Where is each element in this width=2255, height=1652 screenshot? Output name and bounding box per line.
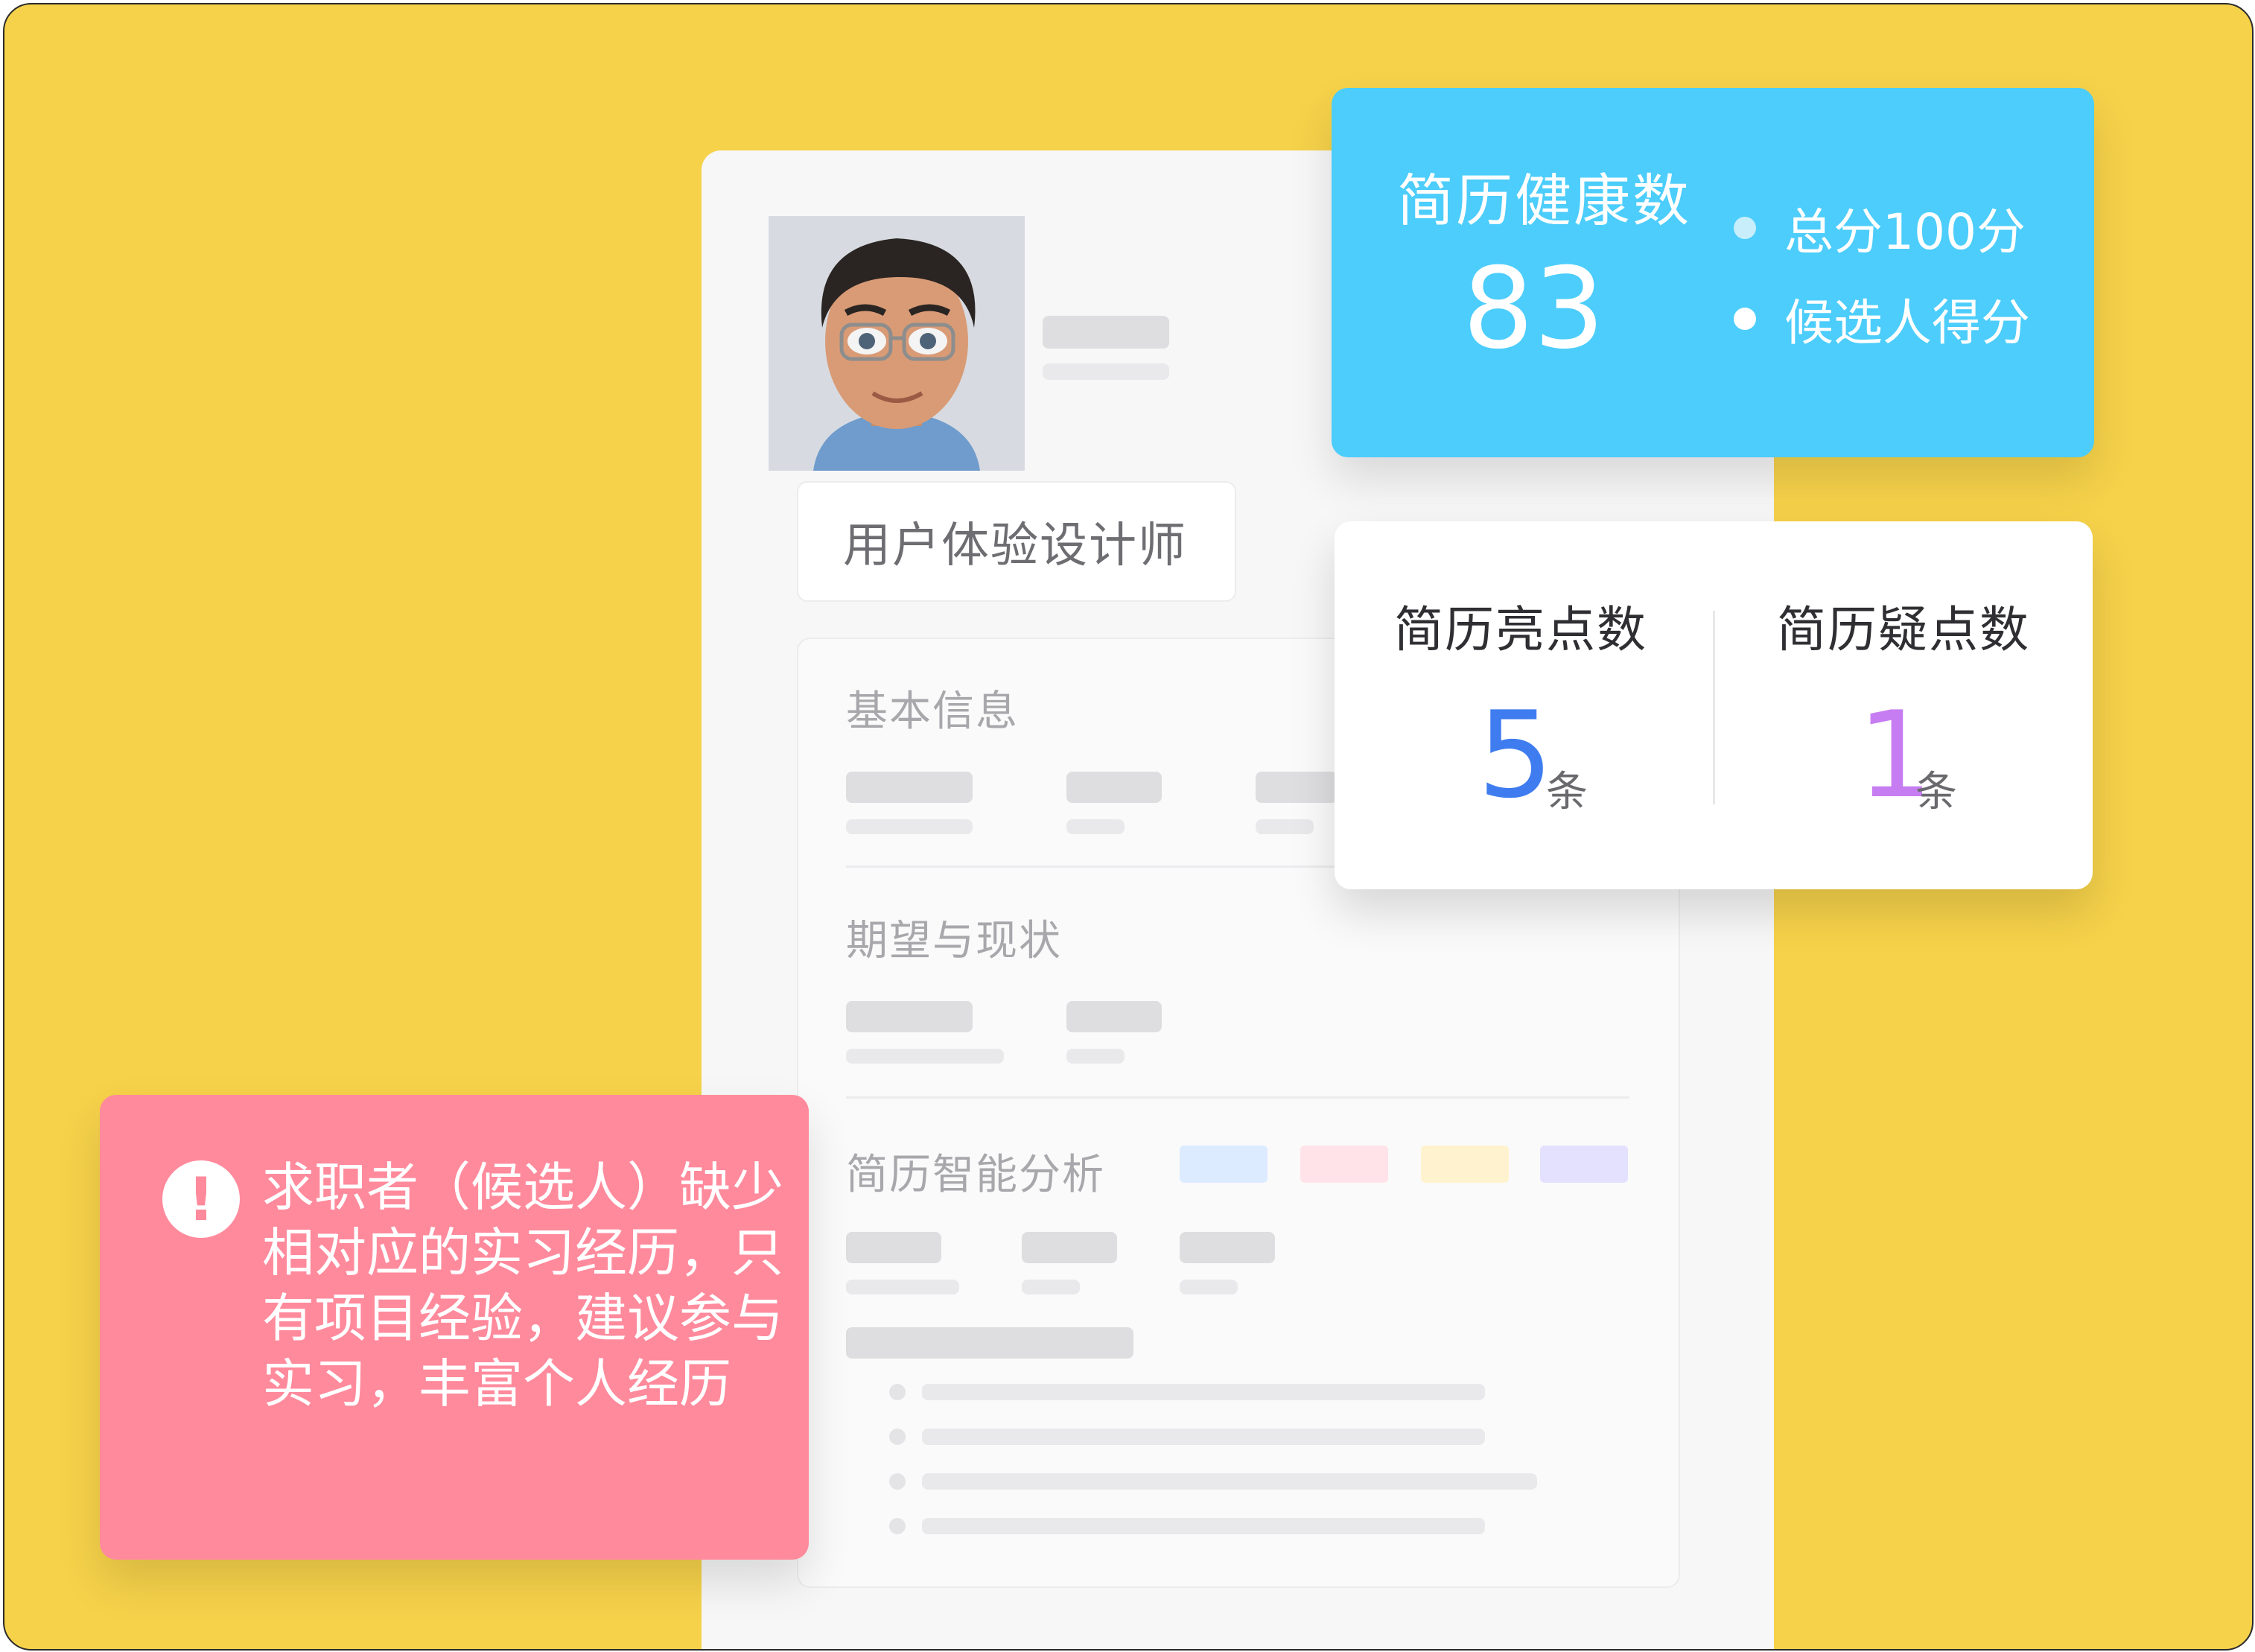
- expectation-field: [1066, 1001, 1162, 1032]
- name-sub-placeholder: [1043, 363, 1169, 380]
- analysis-tag: [1180, 1146, 1268, 1183]
- analysis-field: [1180, 1232, 1275, 1263]
- legend-candidate-label: 候选人得分: [1784, 294, 2030, 352]
- analysis-field: [1022, 1232, 1117, 1263]
- list-bullet: [889, 1429, 906, 1445]
- basic-info-field: [1066, 772, 1162, 803]
- basic-info-field-sub: [846, 819, 973, 834]
- alert-card: ! 求职者（候选人）缺少相对应的实习经历，只有项目经验，建议参与实习，丰富个人经…: [100, 1095, 809, 1560]
- analysis-tag: [1421, 1146, 1509, 1183]
- doubts-unit: 条: [1915, 768, 1957, 816]
- analysis-summary-bar: [846, 1327, 1133, 1359]
- alert-message: 求职者（候选人）缺少相对应的实习经历，只有项目经验，建议参与实习，丰富个人经历: [262, 1157, 783, 1414]
- legend-total: 总分100分: [1734, 192, 2026, 264]
- highlights-title: 简历亮点数: [1394, 601, 1647, 658]
- legend-total-label: 总分100分: [1784, 203, 2026, 261]
- analysis-field: [846, 1232, 941, 1263]
- analysis-tag: [1540, 1146, 1628, 1183]
- name-placeholder: [1043, 316, 1169, 349]
- doubts-title: 简历疑点数: [1777, 601, 2030, 658]
- list-bullet: [889, 1473, 906, 1490]
- highlights-unit: 条: [1546, 768, 1588, 816]
- health-card-title: 简历健康数: [1397, 168, 1691, 234]
- legend-candidate: 候选人得分: [1734, 283, 2030, 355]
- section-title-expectation: 期望与现状: [846, 917, 1062, 965]
- section-title-analysis: 简历智能分析: [846, 1151, 1105, 1199]
- analysis-field-sub: [1180, 1280, 1238, 1294]
- legend-total-dot: [1734, 217, 1756, 239]
- analysis-list-line: [922, 1518, 1485, 1534]
- analysis-tag: [1300, 1146, 1388, 1183]
- basic-info-field: [1256, 772, 1338, 803]
- job-title-text: 用户体验设计师: [843, 518, 1187, 574]
- basic-info-field-sub: [1256, 819, 1314, 834]
- section-divider: [846, 1096, 1629, 1099]
- basic-info-field: [846, 772, 973, 803]
- health-score-value: 83: [1463, 244, 1605, 374]
- expectation-field: [846, 1001, 973, 1032]
- analysis-field-sub: [846, 1280, 959, 1294]
- basic-info-field-sub: [1066, 819, 1125, 834]
- list-bullet: [889, 1518, 906, 1534]
- banner-canvas: 用户体验设计师 基本信息 期望与现状 简历智能分析 简历健康数 83 总分100…: [3, 3, 2254, 1651]
- highlights-count: 5: [1478, 685, 1553, 825]
- candidate-avatar: [769, 216, 1025, 471]
- avatar-illustration: [769, 216, 1025, 471]
- analysis-field-sub: [1022, 1280, 1080, 1294]
- analysis-list-line: [922, 1384, 1485, 1400]
- expectation-field-sub: [1066, 1049, 1125, 1064]
- expectation-field-sub: [846, 1049, 1004, 1064]
- resume-health-card: 简历健康数 83 总分100分 候选人得分: [1332, 88, 2094, 457]
- list-bullet: [889, 1384, 906, 1400]
- legend-candidate-dot: [1734, 308, 1756, 330]
- analysis-list-line: [922, 1429, 1485, 1445]
- job-title-chip: 用户体验设计师: [797, 481, 1236, 602]
- section-title-basic-info: 基本信息: [846, 687, 1019, 736]
- card-divider: [1713, 611, 1715, 804]
- resume-points-card: 简历亮点数 5 条 简历疑点数 1 条: [1335, 521, 2093, 889]
- analysis-list-line: [922, 1473, 1537, 1490]
- exclamation-icon: !: [162, 1160, 240, 1238]
